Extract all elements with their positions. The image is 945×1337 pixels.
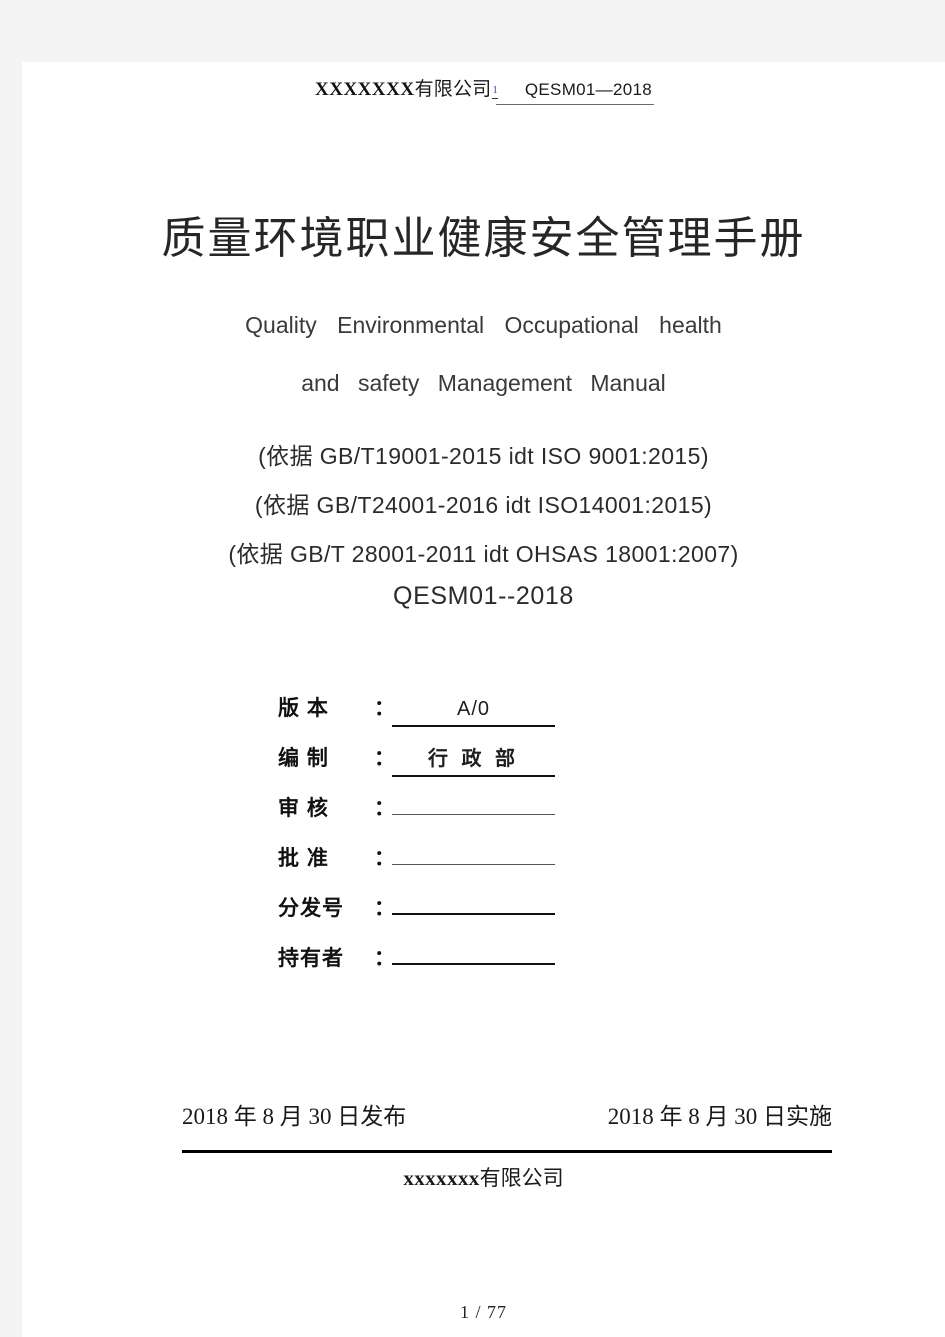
form-value-distribution-number[interactable] xyxy=(392,909,555,915)
header-footnote-marker: 1 xyxy=(492,84,498,99)
subtitle-line-1: Quality Environmental Occupational healt… xyxy=(245,312,722,338)
form-label-version: 版 本 xyxy=(278,697,329,720)
form-row-holder: 持有者 ： xyxy=(278,942,618,992)
form-value-holder[interactable] xyxy=(392,959,555,965)
document-code: QESM01--2018 xyxy=(393,582,574,610)
document-header: XXXXXXX有限公司1 QESM01—2018 xyxy=(22,74,945,105)
form-value-reviewed-by[interactable] xyxy=(392,810,555,815)
form-colon: ： xyxy=(374,747,395,770)
signature-form: 版 本： A/0 编 制：行 政 部 审 核： 批 准： 分发号： 持有者： xyxy=(278,692,618,992)
header-underline xyxy=(496,104,654,105)
header-inner: XXXXXXX有限公司1 QESM01—2018 xyxy=(315,74,654,105)
form-colon: ： xyxy=(374,847,395,870)
issue-dates: 2018 年 8 月 30 日发布 2018 年 8 月 30 日实施 xyxy=(182,1097,832,1131)
form-value-approved-by[interactable] xyxy=(392,860,555,865)
header-company-latin: XXXXXXX xyxy=(315,79,415,100)
footer-company-latin: xxxxxxx xyxy=(403,1166,480,1190)
publish-date: 2018 年 8 月 30 日发布 xyxy=(182,1104,407,1129)
footer-company: xxxxxxx有限公司 xyxy=(22,1162,945,1192)
subtitle-line-2: and safety Management Manual xyxy=(301,370,666,396)
standard-reference: (依据 GB/T 28001-2011 idt OHSAS 18001:2007… xyxy=(228,541,739,567)
footer-divider xyxy=(182,1150,832,1153)
form-row-reviewed-by: 审 核 ： xyxy=(278,792,618,842)
standards-list: (依据 GB/T19001-2015 idt ISO 9001:2015) (依… xyxy=(22,432,945,579)
standard-reference: (依据 GB/T19001-2015 idt ISO 9001:2015) xyxy=(258,443,709,469)
form-colon: ： xyxy=(374,897,395,920)
standard-reference: (依据 GB/T24001-2016 idt ISO14001:2015) xyxy=(254,492,713,518)
form-row-prepared-by: 编 制 ：行 政 部 xyxy=(278,742,618,792)
form-label-approved-by: 批 准 xyxy=(278,847,329,870)
form-colon: ： xyxy=(374,947,395,970)
form-row-approved-by: 批 准 ： xyxy=(278,842,618,892)
form-colon: ： xyxy=(374,697,395,720)
form-row-version: 版 本 ： A/0 xyxy=(278,692,618,742)
header-doc-code: QESM01—2018 xyxy=(524,80,652,99)
form-label-holder: 持有者 xyxy=(278,947,344,970)
page-title: 质量环境职业健康安全管理手册 xyxy=(161,214,806,263)
form-value-version[interactable]: A/0 xyxy=(392,698,555,727)
form-row-distribution-number: 分发号 ： xyxy=(278,892,618,942)
implement-date: 2018 年 8 月 30 日实施 xyxy=(607,1104,832,1129)
document-page: XXXXXXX有限公司1 QESM01—2018 质量环境职业健康安全管理手册 Q… xyxy=(22,62,945,1337)
header-company-cjk: 有限公司 xyxy=(414,79,492,100)
page-number: 1 / 77 xyxy=(459,1302,507,1322)
form-colon: ： xyxy=(374,797,395,820)
form-label-prepared-by: 编 制 xyxy=(278,747,329,770)
form-label-reviewed-by: 审 核 xyxy=(278,797,329,820)
footer-company-cjk: 有限公司 xyxy=(479,1166,564,1190)
form-label-distribution-number: 分发号 xyxy=(278,897,344,920)
form-value-prepared-by[interactable]: 行 政 部 xyxy=(392,742,555,777)
